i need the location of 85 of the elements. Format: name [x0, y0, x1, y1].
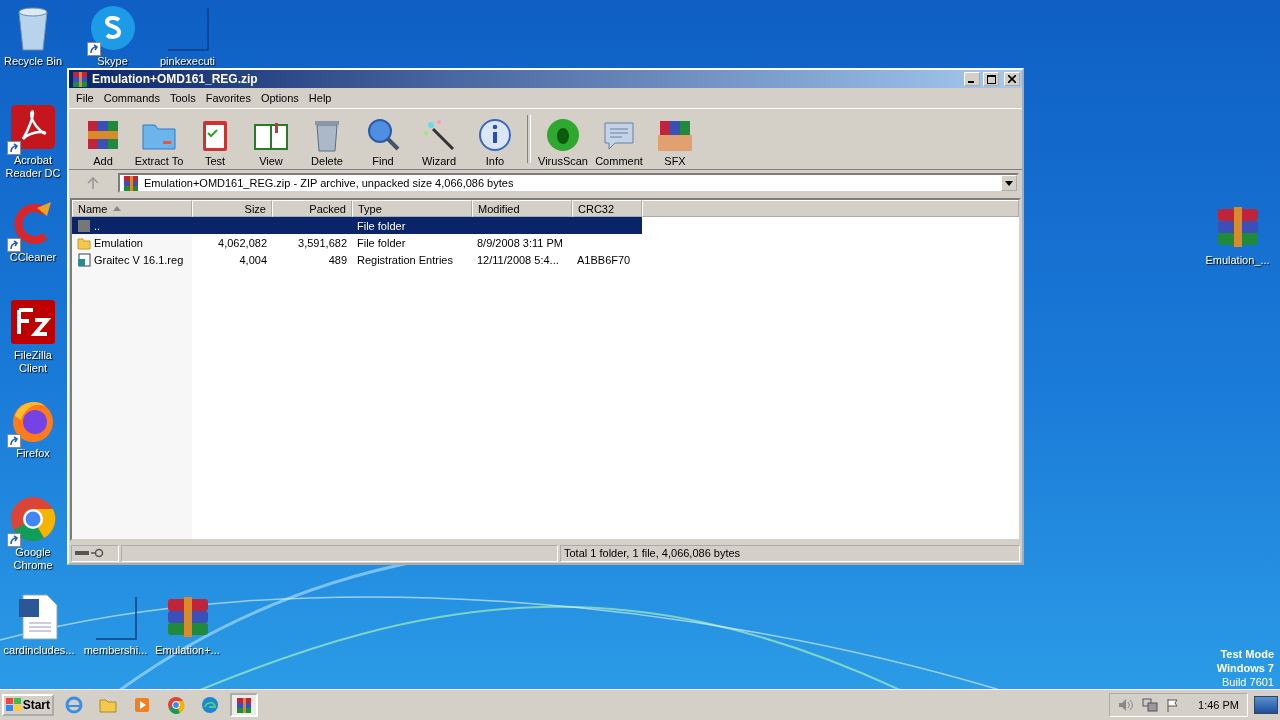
- desktop-icon-label[interactable]: Firefox: [16, 447, 50, 460]
- desktop-icon-label[interactable]: CCleaner: [9, 251, 57, 264]
- dropdown-button[interactable]: [1001, 175, 1017, 191]
- desktop-icon-label[interactable]: Recycle Bin: [3, 55, 63, 68]
- toolbar-button[interactable]: SFX: [647, 113, 703, 169]
- chrome-icon: [167, 696, 185, 714]
- window-title: Emulation+OMD161_REG.zip: [92, 72, 259, 86]
- cell-text: 12/11/2008 5:4...: [477, 253, 559, 266]
- cell-text: 4,004: [239, 253, 267, 266]
- search-icon: [365, 117, 401, 153]
- desktop-icon-label[interactable]: Emulation_...: [1205, 254, 1270, 267]
- wand-icon: [421, 117, 457, 153]
- column-header[interactable]: Modified: [472, 200, 572, 217]
- menu-item[interactable]: Options: [255, 92, 304, 104]
- flag-icon[interactable]: [1166, 698, 1181, 712]
- column-header[interactable]: Type: [352, 200, 472, 217]
- os-notice-text: Build 7601: [1222, 675, 1274, 689]
- archive-icon: [122, 174, 140, 192]
- browser-icon: [65, 696, 83, 714]
- edge-icon: [201, 696, 219, 714]
- address-field[interactable]: Emulation+OMD161_REG.zip - ZIP archive, unpacked size 4,066,086 bytes: [118, 173, 1019, 193]
- cell-text: File folder: [357, 236, 406, 249]
- os-notice-text: Test Mode: [1220, 647, 1274, 661]
- toolbar-button[interactable]: Wizard: [411, 113, 467, 169]
- toolbar-button[interactable]: Find: [355, 113, 411, 169]
- up-arrow-icon: [87, 177, 99, 189]
- cell-text: 3,591,682: [298, 236, 347, 249]
- desktop-icon-label[interactable]: Acrobat Reader DC: [0, 154, 66, 180]
- cell-text: ..: [94, 219, 101, 232]
- menu-item[interactable]: Help: [303, 92, 337, 104]
- column-header[interactable]: Packed: [272, 200, 352, 217]
- maximize-icon: [986, 74, 996, 84]
- cell-text: Graitec V 16.1.reg: [94, 253, 184, 266]
- info-icon: [477, 117, 513, 153]
- desktop-icon-label[interactable]: pinkexecuti: [159, 55, 215, 68]
- maximize-button[interactable]: [983, 72, 999, 86]
- toolbar-button[interactable]: Add: [75, 113, 131, 169]
- menu-item[interactable]: Tools: [165, 92, 201, 104]
- os-notice-text: Windows 7: [1216, 661, 1274, 675]
- chrome-icon: [9, 495, 57, 543]
- cell-text: 8/9/2008 3:11 PM: [477, 236, 564, 249]
- column-header[interactable]: Size: [192, 200, 272, 217]
- desktop-icon-label[interactable]: Skype: [97, 55, 128, 68]
- caret-icon: [1005, 180, 1013, 186]
- file-row[interactable]: .. File folder: [72, 217, 642, 234]
- toolbar-button[interactable]: Test: [187, 113, 243, 169]
- minimize-button[interactable]: [964, 72, 980, 86]
- column-header[interactable]: Name: [72, 200, 192, 217]
- menu-item[interactable]: Commands: [98, 92, 165, 104]
- clock[interactable]: 1:46 PM: [1198, 699, 1239, 711]
- desktop-icon-label[interactable]: Google Chrome: [0, 546, 66, 572]
- desktop-icon-label[interactable]: FileZilla Client: [0, 349, 66, 375]
- cell-text: 4,062,082: [218, 236, 267, 249]
- show-desktop-button[interactable]: [1254, 696, 1278, 714]
- network-icon[interactable]: [1142, 698, 1159, 712]
- toolbar-button[interactable]: Comment: [591, 113, 647, 169]
- close-button[interactable]: [1004, 72, 1020, 86]
- media-player-icon: [133, 696, 151, 714]
- cell-text: Registration Entries: [357, 253, 453, 266]
- cell-text: Emulation: [94, 236, 143, 249]
- toolbar-button[interactable]: View: [243, 113, 299, 169]
- file-row[interactable]: Emulation 4,062,082 3,591,682 File folder 8/9/2008 3:11 PM: [72, 234, 642, 251]
- status-text: Total 1 folder, 1 file, 4,066,086 bytes: [564, 547, 741, 559]
- toolbar-button[interactable]: Extract To: [131, 113, 187, 169]
- toolbar-button[interactable]: VirusScan: [535, 113, 591, 169]
- cell-text: 489: [328, 253, 347, 266]
- start-button[interactable]: Start: [2, 694, 54, 716]
- registry-file-icon: [77, 252, 91, 267]
- windows-logo-icon: [6, 698, 21, 712]
- cell-text: File folder: [357, 219, 406, 232]
- column-header[interactable]: CRC32: [572, 200, 642, 217]
- taskbar-button[interactable]: [230, 693, 258, 717]
- archive-icon: [71, 70, 89, 88]
- acrobat-icon: [9, 103, 57, 151]
- filezilla-icon: [9, 298, 57, 346]
- close-icon: [1008, 75, 1016, 83]
- skype-icon: [88, 4, 137, 52]
- toolbar-button[interactable]: Delete: [299, 113, 355, 169]
- menu-item[interactable]: Favorites: [200, 92, 256, 104]
- speaker-icon[interactable]: [1118, 698, 1135, 712]
- toolbar-button[interactable]: Info: [467, 113, 523, 169]
- archive-icon: [235, 696, 253, 714]
- file-row[interactable]: Graitec V 16.1.reg 4,004 489 Registration Entries 12/11/2008 5:4... A1BB6F70: [72, 251, 642, 268]
- cell-text: A1BB6F70: [577, 253, 631, 266]
- menu-item[interactable]: File: [71, 92, 99, 104]
